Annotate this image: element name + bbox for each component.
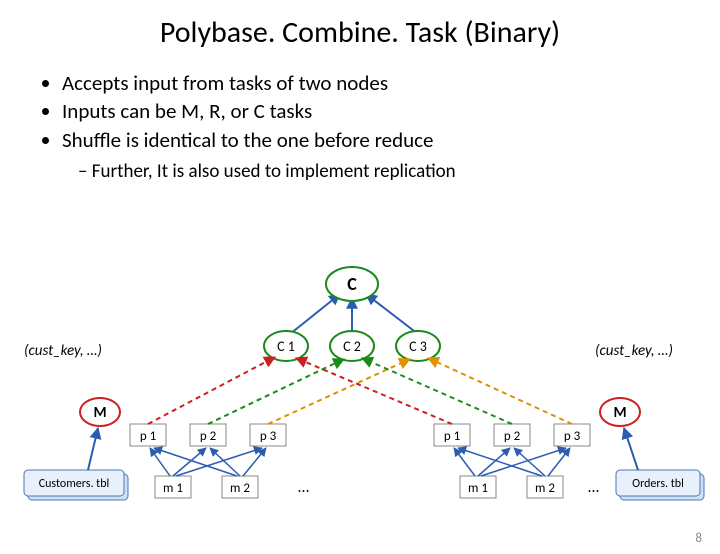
bullet-item: Inputs can be M, R, or C tasks bbox=[62, 97, 720, 125]
sub-bullet-list: Further, It is also used to implement re… bbox=[78, 160, 720, 183]
svg-text:C 3: C 3 bbox=[409, 338, 427, 355]
svg-text:Customers. tbl: Customers. tbl bbox=[39, 477, 110, 491]
svg-text:M: M bbox=[613, 404, 626, 422]
svg-text:C 2: C 2 bbox=[343, 338, 361, 355]
svg-text:m 1: m 1 bbox=[163, 481, 183, 496]
svg-text:M: M bbox=[93, 404, 106, 422]
svg-text:p 2: p 2 bbox=[200, 429, 217, 444]
svg-text:p 3: p 3 bbox=[260, 429, 277, 444]
svg-text:p 1: p 1 bbox=[140, 429, 156, 444]
page-number: 8 bbox=[695, 531, 702, 546]
svg-text:p 3: p 3 bbox=[564, 429, 581, 444]
bullet-list: Accepts input from tasks of two nodes In… bbox=[44, 69, 720, 154]
svg-text:C 1: C 1 bbox=[277, 338, 295, 355]
key-label-left: (cust_key, …) bbox=[24, 342, 102, 360]
bullet-item: Shuffle is identical to the one before r… bbox=[62, 126, 720, 154]
svg-text:m 2: m 2 bbox=[535, 481, 555, 496]
svg-text:Orders. tbl: Orders. tbl bbox=[632, 477, 684, 491]
svg-text:C: C bbox=[347, 273, 357, 295]
sub-bullet-item: Further, It is also used to implement re… bbox=[78, 160, 720, 183]
svg-text:p 1: p 1 bbox=[444, 429, 460, 444]
svg-text:…: … bbox=[298, 478, 309, 497]
bullet-item: Accepts input from tasks of two nodes bbox=[62, 69, 720, 97]
key-label-right: (cust_key, …) bbox=[595, 342, 673, 360]
diagram: C C 1 C 2 C 3 p 1 p 2 p 3 p 1 p 2 p 3 bbox=[0, 264, 720, 524]
svg-text:…: … bbox=[588, 478, 599, 497]
svg-text:p 2: p 2 bbox=[504, 429, 521, 444]
svg-text:m 1: m 1 bbox=[468, 481, 488, 496]
svg-text:m 2: m 2 bbox=[230, 481, 250, 496]
slide-title: Polybase. Combine. Task (Binary) bbox=[0, 14, 720, 51]
